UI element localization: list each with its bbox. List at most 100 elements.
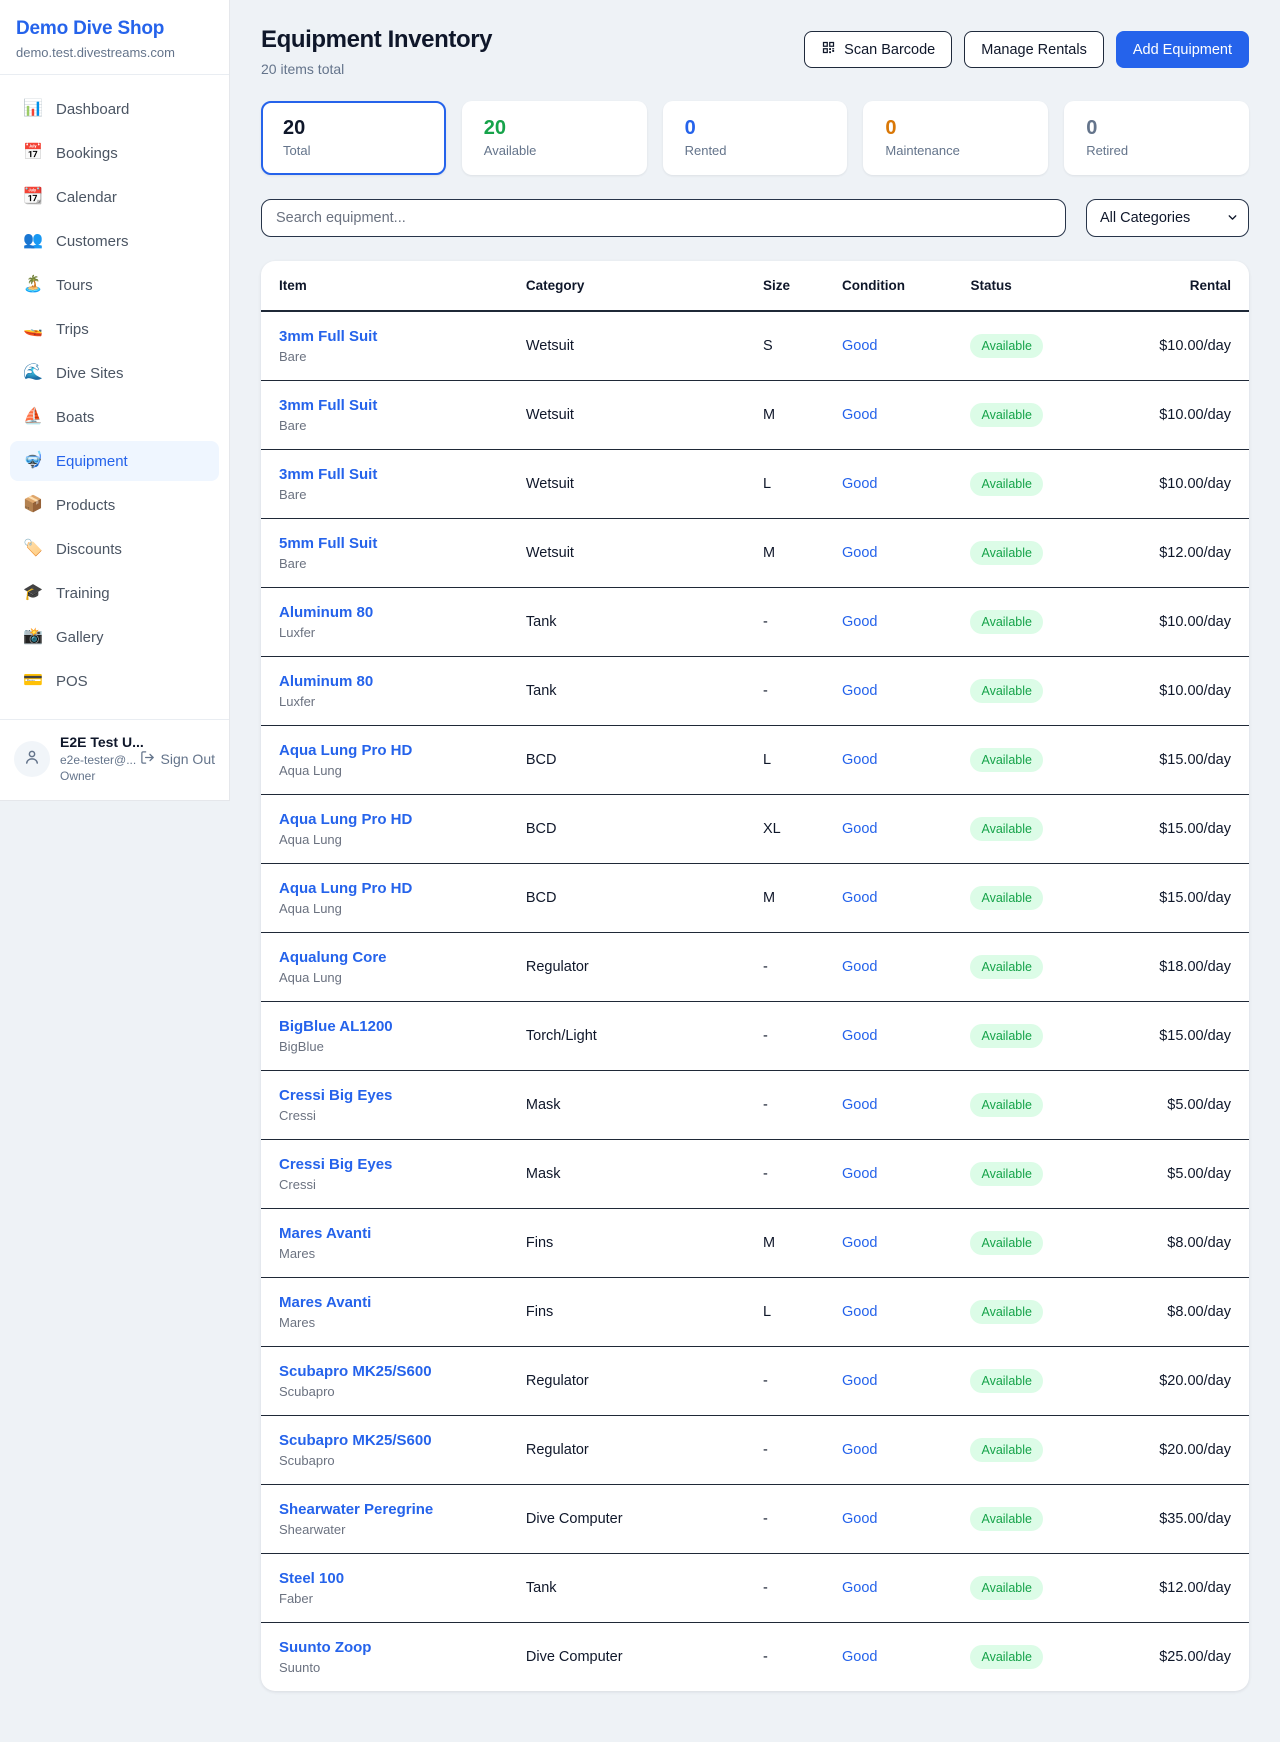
item-name-link[interactable]: Mares Avanti [279, 1225, 510, 1242]
item-size: - [755, 1416, 834, 1485]
item-name-link[interactable]: Aluminum 80 [279, 673, 510, 690]
sidebar-item-bookings[interactable]: 📅 Bookings [10, 133, 219, 173]
condition-link[interactable]: Good [842, 407, 877, 423]
status-badge: Available [970, 541, 1043, 565]
tours-icon: 🏝️ [22, 277, 44, 293]
item-name-link[interactable]: Suunto Zoop [279, 1639, 510, 1656]
item-name-link[interactable]: Scubapro MK25/S600 [279, 1432, 510, 1449]
item-category: Dive Computer [518, 1485, 755, 1554]
item-name-link[interactable]: 3mm Full Suit [279, 397, 510, 414]
condition-link[interactable]: Good [842, 338, 877, 354]
item-category: Fins [518, 1209, 755, 1278]
stat-label: Available [484, 143, 625, 158]
item-rental: $12.00/day [1121, 519, 1249, 588]
condition-link[interactable]: Good [842, 476, 877, 492]
column-header-rental: Rental [1121, 261, 1249, 311]
condition-link[interactable]: Good [842, 890, 877, 906]
item-name-link[interactable]: Mares Avanti [279, 1294, 510, 1311]
item-category: Tank [518, 588, 755, 657]
status-badge: Available [970, 955, 1043, 979]
sidebar-item-customers[interactable]: 👥 Customers [10, 221, 219, 261]
condition-link[interactable]: Good [842, 1649, 877, 1665]
table-row: Aqua Lung Pro HD Aqua Lung BCD XL Good A… [261, 795, 1249, 864]
condition-link[interactable]: Good [842, 1166, 877, 1182]
table-row: BigBlue AL1200 BigBlue Torch/Light - Goo… [261, 1002, 1249, 1071]
item-brand: Luxfer [279, 625, 510, 640]
status-badge: Available [970, 1024, 1043, 1048]
sidebar-item-dive-sites[interactable]: 🌊 Dive Sites [10, 353, 219, 393]
item-name-link[interactable]: Cressi Big Eyes [279, 1087, 510, 1104]
condition-link[interactable]: Good [842, 1235, 877, 1251]
item-name-link[interactable]: Scubapro MK25/S600 [279, 1363, 510, 1380]
condition-link[interactable]: Good [842, 1028, 877, 1044]
avatar [14, 741, 50, 777]
condition-link[interactable]: Good [842, 1097, 877, 1113]
condition-link[interactable]: Good [842, 1511, 877, 1527]
item-name-link[interactable]: BigBlue AL1200 [279, 1018, 510, 1035]
scan-barcode-button[interactable]: Scan Barcode [804, 31, 952, 68]
stat-card-rented[interactable]: 0 Rented [663, 101, 848, 175]
sidebar-item-gallery[interactable]: 📸 Gallery [10, 617, 219, 657]
condition-link[interactable]: Good [842, 1304, 877, 1320]
boats-icon: ⛵ [22, 409, 44, 425]
user-name: E2E Test U... [60, 734, 130, 750]
item-category: Fins [518, 1278, 755, 1347]
sidebar-item-trips[interactable]: 🚤 Trips [10, 309, 219, 349]
condition-link[interactable]: Good [842, 1373, 877, 1389]
sidebar-item-label: Dive Sites [56, 365, 124, 382]
sidebar-item-dashboard[interactable]: 📊 Dashboard [10, 89, 219, 129]
condition-link[interactable]: Good [842, 1442, 877, 1458]
item-name-link[interactable]: 3mm Full Suit [279, 466, 510, 483]
stat-card-available[interactable]: 20 Available [462, 101, 647, 175]
status-badge: Available [970, 1438, 1043, 1462]
column-header-category: Category [518, 261, 755, 311]
condition-link[interactable]: Good [842, 821, 877, 837]
item-name-link[interactable]: Aqua Lung Pro HD [279, 742, 510, 759]
sidebar-item-training[interactable]: 🎓 Training [10, 573, 219, 613]
sidebar-item-pos[interactable]: 💳 POS [10, 661, 219, 701]
sidebar-item-boats[interactable]: ⛵ Boats [10, 397, 219, 437]
column-header-size: Size [755, 261, 834, 311]
item-rental: $8.00/day [1121, 1209, 1249, 1278]
item-name-link[interactable]: 5mm Full Suit [279, 535, 510, 552]
stat-card-retired[interactable]: 0 Retired [1064, 101, 1249, 175]
stat-card-total[interactable]: 20 Total [261, 101, 446, 175]
item-size: - [755, 1347, 834, 1416]
add-equipment-button[interactable]: Add Equipment [1116, 31, 1249, 68]
status-badge: Available [970, 472, 1043, 496]
sidebar-item-calendar[interactable]: 📆 Calendar [10, 177, 219, 217]
condition-link[interactable]: Good [842, 614, 877, 630]
condition-link[interactable]: Good [842, 1580, 877, 1596]
item-name-link[interactable]: Cressi Big Eyes [279, 1156, 510, 1173]
status-badge: Available [970, 1576, 1043, 1600]
item-name-link[interactable]: Steel 100 [279, 1570, 510, 1587]
condition-link[interactable]: Good [842, 683, 877, 699]
condition-link[interactable]: Good [842, 545, 877, 561]
condition-link[interactable]: Good [842, 959, 877, 975]
item-rental: $20.00/day [1121, 1416, 1249, 1485]
sidebar-item-products[interactable]: 📦 Products [10, 485, 219, 525]
stat-value: 0 [885, 116, 1026, 140]
item-name-link[interactable]: Aqua Lung Pro HD [279, 880, 510, 897]
item-rental: $35.00/day [1121, 1485, 1249, 1554]
sign-out-button[interactable]: Sign Out [140, 750, 215, 768]
item-name-link[interactable]: Aqua Lung Pro HD [279, 811, 510, 828]
condition-link[interactable]: Good [842, 752, 877, 768]
item-name-link[interactable]: Shearwater Peregrine [279, 1501, 510, 1518]
sidebar-item-label: Customers [56, 233, 129, 250]
table-row: Cressi Big Eyes Cressi Mask - Good Avail… [261, 1071, 1249, 1140]
search-input[interactable] [261, 199, 1066, 237]
stat-card-maintenance[interactable]: 0 Maintenance [863, 101, 1048, 175]
manage-rentals-button[interactable]: Manage Rentals [964, 31, 1104, 68]
item-name-link[interactable]: Aluminum 80 [279, 604, 510, 621]
sidebar-item-tours[interactable]: 🏝️ Tours [10, 265, 219, 305]
category-select[interactable]: All Categories [1086, 199, 1249, 237]
item-name-link[interactable]: 3mm Full Suit [279, 328, 510, 345]
item-category: Dive Computer [518, 1623, 755, 1692]
item-name-link[interactable]: Aqualung Core [279, 949, 510, 966]
sidebar-item-discounts[interactable]: 🏷️ Discounts [10, 529, 219, 569]
sidebar-item-equipment[interactable]: 🤿 Equipment [10, 441, 219, 481]
item-size: - [755, 657, 834, 726]
status-badge: Available [970, 1300, 1043, 1324]
item-category: BCD [518, 726, 755, 795]
